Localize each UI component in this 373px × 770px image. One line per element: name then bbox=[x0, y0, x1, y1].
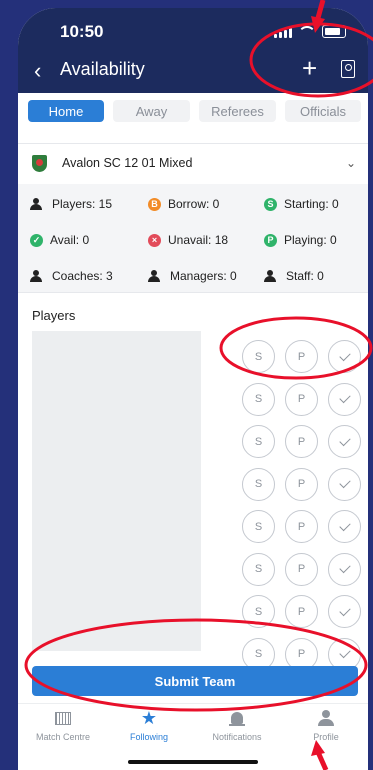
check-icon bbox=[338, 476, 351, 489]
mark-available-button[interactable] bbox=[328, 467, 361, 501]
player-action-row: SP bbox=[242, 382, 361, 416]
stat-unavail-label: Unavail: 18 bbox=[168, 233, 229, 247]
mark-playing-button[interactable]: P bbox=[285, 552, 318, 586]
tab-officials[interactable]: Officials bbox=[285, 100, 361, 122]
star-icon: ★ bbox=[140, 708, 158, 728]
borrow-icon: B bbox=[148, 197, 161, 211]
nav-notifications[interactable]: Notifications bbox=[197, 708, 277, 742]
player-action-row: SP bbox=[242, 595, 361, 628]
nav-notifications-label: Notifications bbox=[212, 732, 262, 742]
mark-available-button[interactable] bbox=[328, 425, 361, 458]
tab-home[interactable]: Home bbox=[28, 100, 104, 122]
nav-following[interactable]: ★ Following bbox=[109, 708, 189, 742]
mark-playing-button[interactable]: P bbox=[285, 467, 318, 501]
match-centre-icon bbox=[55, 711, 71, 725]
mark-playing-button[interactable]: P bbox=[285, 595, 318, 628]
back-button[interactable]: ‹ bbox=[34, 58, 41, 84]
mark-available-button[interactable] bbox=[328, 340, 361, 373]
playing-icon: P bbox=[264, 233, 277, 247]
mark-starting-button[interactable]: S bbox=[242, 552, 275, 586]
stat-staff-label: Staff: 0 bbox=[286, 269, 324, 283]
player-action-row: SP bbox=[242, 340, 361, 373]
id-badge-icon[interactable] bbox=[341, 60, 355, 78]
stat-players-label: Players: 15 bbox=[52, 197, 113, 211]
check-icon bbox=[338, 561, 351, 574]
check-icon bbox=[338, 604, 351, 616]
stat-playing-label: Playing: 0 bbox=[284, 233, 337, 247]
mark-available-button[interactable] bbox=[328, 510, 361, 543]
mark-playing-button[interactable]: P bbox=[285, 425, 318, 458]
nav-profile-label: Profile bbox=[313, 732, 339, 742]
stat-coaches-label: Coaches: 3 bbox=[52, 269, 113, 283]
mark-starting-button[interactable]: S bbox=[242, 595, 275, 628]
battery-icon bbox=[322, 25, 346, 38]
players-list-placeholder bbox=[32, 331, 201, 651]
mark-available-button[interactable] bbox=[328, 382, 361, 416]
home-indicator bbox=[128, 760, 258, 764]
team-name: Avalon SC 12 01 Mixed bbox=[62, 156, 193, 170]
starting-icon: S bbox=[264, 197, 277, 211]
submit-team-button[interactable]: Submit Team bbox=[32, 666, 358, 696]
coach-icon bbox=[30, 270, 45, 282]
mark-starting-button[interactable]: S bbox=[242, 467, 275, 501]
mark-playing-button[interactable]: P bbox=[285, 382, 318, 416]
staff-icon bbox=[264, 270, 279, 282]
stat-avail-label: Avail: 0 bbox=[50, 233, 90, 247]
team-tabs: Home Away Referees Officials bbox=[28, 100, 361, 122]
mark-starting-button[interactable]: S bbox=[242, 425, 275, 458]
page-title: Availability bbox=[60, 59, 145, 79]
manager-icon bbox=[148, 270, 163, 282]
stat-starting-label: Starting: 0 bbox=[284, 197, 339, 211]
stats-panel: Players: 15 B Borrow: 0 S Starting: 0 ✓ Ava… bbox=[18, 184, 368, 293]
stat-borrow: B Borrow: 0 bbox=[148, 197, 219, 211]
check-circle-icon: ✓ bbox=[30, 233, 43, 247]
check-icon bbox=[338, 519, 351, 531]
check-icon bbox=[338, 434, 351, 446]
add-button[interactable]: + bbox=[302, 55, 317, 81]
nav-match-centre[interactable]: Match Centre bbox=[23, 708, 103, 742]
team-selector[interactable]: Avalon SC 12 01 Mixed ⌄ bbox=[18, 143, 368, 185]
mark-starting-button[interactable]: S bbox=[242, 510, 275, 543]
mark-starting-button[interactable]: S bbox=[242, 340, 275, 373]
stat-managers-label: Managers: 0 bbox=[170, 269, 237, 283]
player-action-row: SP bbox=[242, 425, 361, 458]
nav-following-label: Following bbox=[129, 732, 169, 742]
stat-avail: ✓ Avail: 0 bbox=[30, 233, 89, 247]
mark-playing-button[interactable]: P bbox=[285, 510, 318, 543]
chevron-down-icon: ⌄ bbox=[345, 156, 356, 170]
stat-starting: S Starting: 0 bbox=[264, 197, 339, 211]
check-icon bbox=[338, 349, 351, 361]
person-icon bbox=[318, 710, 334, 726]
player-action-row: SP bbox=[242, 467, 361, 501]
check-icon bbox=[338, 391, 351, 404]
team-crest-icon bbox=[32, 155, 47, 172]
signal-icon bbox=[274, 28, 292, 38]
players-icon bbox=[30, 198, 45, 210]
player-action-row: SP bbox=[242, 510, 361, 543]
mark-available-button[interactable] bbox=[328, 552, 361, 586]
mark-playing-button[interactable]: P bbox=[285, 340, 318, 373]
tab-referees[interactable]: Referees bbox=[199, 100, 276, 122]
status-icons bbox=[274, 25, 346, 38]
stat-coaches: Coaches: 3 bbox=[30, 269, 113, 283]
nav-match-centre-label: Match Centre bbox=[35, 732, 91, 742]
bell-icon bbox=[229, 712, 245, 726]
nav-profile[interactable]: Profile bbox=[286, 708, 366, 742]
status-time: 10:50 bbox=[60, 22, 104, 41]
mark-starting-button[interactable]: S bbox=[242, 382, 275, 416]
unavail-icon: × bbox=[148, 233, 161, 247]
stat-playing: P Playing: 0 bbox=[264, 233, 337, 247]
player-action-row: SP bbox=[242, 552, 361, 586]
stat-unavail: × Unavail: 18 bbox=[148, 233, 228, 247]
stat-staff: Staff: 0 bbox=[264, 269, 324, 283]
mark-available-button[interactable] bbox=[328, 595, 361, 628]
check-icon bbox=[338, 646, 351, 659]
tab-away[interactable]: Away bbox=[113, 100, 190, 122]
players-heading: Players bbox=[32, 308, 76, 323]
stat-managers: Managers: 0 bbox=[148, 269, 237, 283]
stat-players: Players: 15 bbox=[30, 197, 112, 211]
wifi-icon bbox=[298, 26, 316, 38]
stat-borrow-label: Borrow: 0 bbox=[168, 197, 220, 211]
phone-screen: 10:50 ‹ Availability + Home Away Referee… bbox=[18, 8, 368, 770]
